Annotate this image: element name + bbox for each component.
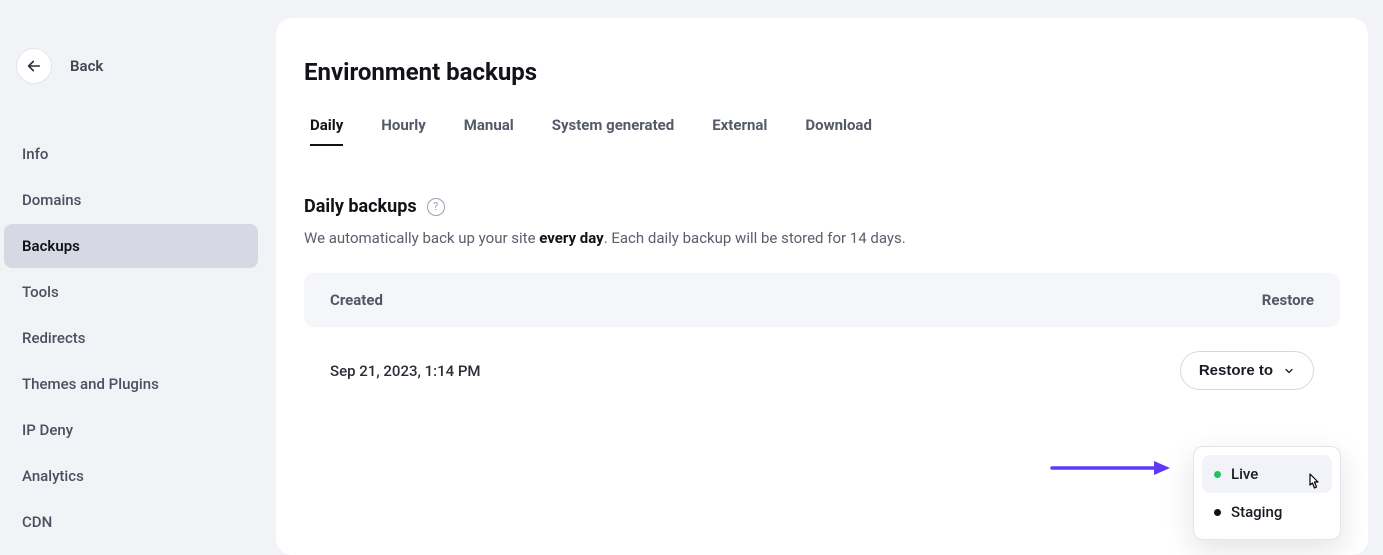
- sidebar-item-cdn[interactable]: CDN: [4, 500, 258, 544]
- arrow-left-icon: [26, 58, 42, 74]
- sidebar-item-themes-and-plugins[interactable]: Themes and Plugins: [4, 362, 258, 406]
- sidebar: Back Info Domains Backups Tools Redirect…: [0, 0, 262, 555]
- section-title: Daily backups: [304, 196, 417, 217]
- col-header-created: Created: [330, 291, 383, 309]
- page-title: Environment backups: [304, 58, 1340, 86]
- tab-external[interactable]: External: [712, 116, 767, 146]
- help-icon[interactable]: ?: [427, 198, 445, 216]
- status-dot-live-icon: [1214, 471, 1221, 478]
- sidebar-item-backups[interactable]: Backups: [4, 224, 258, 268]
- annotation-arrow: [1050, 458, 1170, 482]
- col-header-restore: Restore: [1262, 291, 1314, 309]
- section-title-row: Daily backups ?: [304, 196, 1340, 217]
- sidebar-item-analytics[interactable]: Analytics: [4, 454, 258, 498]
- sidebar-item-domains[interactable]: Domains: [4, 178, 258, 222]
- menu-item-staging[interactable]: Staging: [1202, 493, 1332, 531]
- tab-manual[interactable]: Manual: [464, 116, 514, 146]
- status-dot-staging-icon: [1214, 509, 1221, 516]
- table-row: Sep 21, 2023, 1:14 PM Restore to: [304, 327, 1340, 398]
- restore-to-label: Restore to: [1199, 362, 1273, 379]
- description-bold: every day: [539, 229, 603, 247]
- back-label: Back: [70, 57, 103, 75]
- tabs: Daily Hourly Manual System generated Ext…: [304, 116, 1340, 146]
- tab-hourly[interactable]: Hourly: [381, 116, 425, 146]
- backups-table: Created Restore Sep 21, 2023, 1:14 PM Re…: [304, 273, 1340, 398]
- description-pre: We automatically back up your site: [304, 229, 539, 247]
- sidebar-item-tools[interactable]: Tools: [4, 270, 258, 314]
- back-row: Back: [4, 48, 258, 84]
- sidebar-item-ip-deny[interactable]: IP Deny: [4, 408, 258, 452]
- cell-created: Sep 21, 2023, 1:14 PM: [330, 362, 481, 380]
- tab-download[interactable]: Download: [805, 116, 872, 146]
- back-button[interactable]: [16, 48, 52, 84]
- chevron-down-icon: [1283, 365, 1295, 377]
- menu-item-staging-label: Staging: [1231, 503, 1282, 521]
- nav-list: Info Domains Backups Tools Redirects The…: [4, 132, 258, 544]
- sidebar-item-info[interactable]: Info: [4, 132, 258, 176]
- tab-daily[interactable]: Daily: [310, 116, 343, 146]
- tab-system-generated[interactable]: System generated: [552, 116, 674, 146]
- section-description: We automatically back up your site every…: [304, 229, 1340, 247]
- restore-to-button[interactable]: Restore to: [1180, 351, 1314, 390]
- menu-item-live-label: Live: [1231, 465, 1258, 483]
- description-post: . Each daily backup will be stored for 1…: [604, 229, 906, 247]
- table-header: Created Restore: [304, 273, 1340, 327]
- sidebar-item-redirects[interactable]: Redirects: [4, 316, 258, 360]
- cursor-pointer-icon: [1305, 473, 1321, 495]
